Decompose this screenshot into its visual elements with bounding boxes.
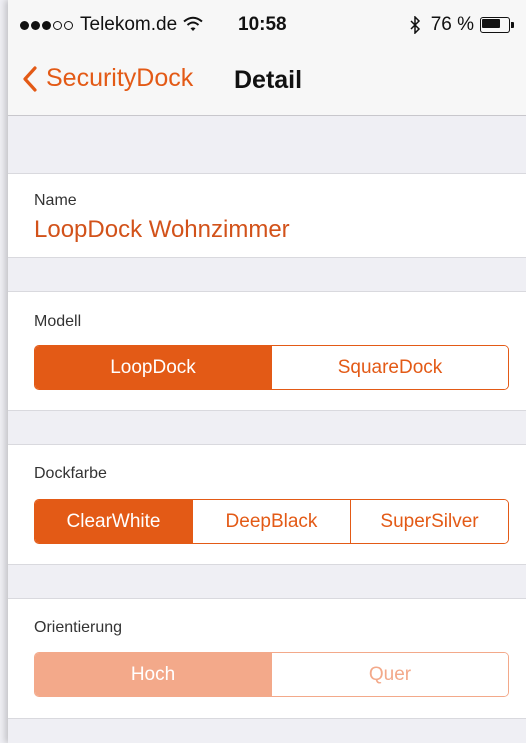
navigation-bar: SecurityDock Detail (8, 46, 526, 116)
model-section: Modell LoopDock SquareDock (8, 291, 526, 411)
name-section[interactable]: Name LoopDock Wohnzimmer (8, 173, 526, 258)
segment-quer[interactable]: Quer (271, 653, 508, 696)
segment-squaredock[interactable]: SquareDock (271, 346, 508, 389)
segment-hoch[interactable]: Hoch (35, 653, 271, 696)
status-time: 10:58 (238, 14, 287, 35)
segment-loopdock[interactable]: LoopDock (35, 346, 271, 389)
orientation-section: Orientierung Hoch Quer (8, 598, 526, 719)
dock-color-label: Dockfarbe (34, 465, 107, 482)
battery-icon (480, 17, 514, 33)
battery-fill (482, 19, 500, 28)
segment-deepblack[interactable]: DeepBlack (192, 500, 350, 543)
back-button-label: SecurityDock (46, 64, 194, 92)
back-button[interactable]: SecurityDock (22, 64, 193, 93)
app-screen: Telekom.de 10:58 76 % SecurityDock Detai… (8, 0, 526, 743)
status-left: Telekom.de (20, 14, 203, 36)
status-bar: Telekom.de 10:58 76 % (8, 0, 526, 46)
segment-clearwhite[interactable]: ClearWhite (35, 500, 192, 543)
orientation-label: Orientierung (34, 619, 123, 636)
segment-supersilver[interactable]: SuperSilver (350, 500, 508, 543)
carrier-name: Telekom.de (80, 14, 178, 35)
signal-strength-icon (20, 20, 75, 30)
page-title: Detail (234, 66, 303, 94)
bluetooth-icon (410, 16, 420, 34)
battery-percent: 76 % (430, 14, 474, 35)
chevron-left-icon (23, 65, 37, 92)
model-label: Modell (34, 313, 82, 330)
wifi-icon (183, 16, 203, 31)
model-segmented-control[interactable]: LoopDock SquareDock (34, 345, 509, 390)
name-label: Name (34, 192, 77, 209)
status-right: 76 % (409, 14, 514, 36)
name-value[interactable]: LoopDock Wohnzimmer (34, 216, 290, 244)
dock-color-section: Dockfarbe ClearWhite DeepBlack SuperSilv… (8, 444, 526, 565)
dock-color-segmented-control[interactable]: ClearWhite DeepBlack SuperSilver (34, 499, 509, 544)
orientation-segmented-control[interactable]: Hoch Quer (34, 652, 509, 697)
